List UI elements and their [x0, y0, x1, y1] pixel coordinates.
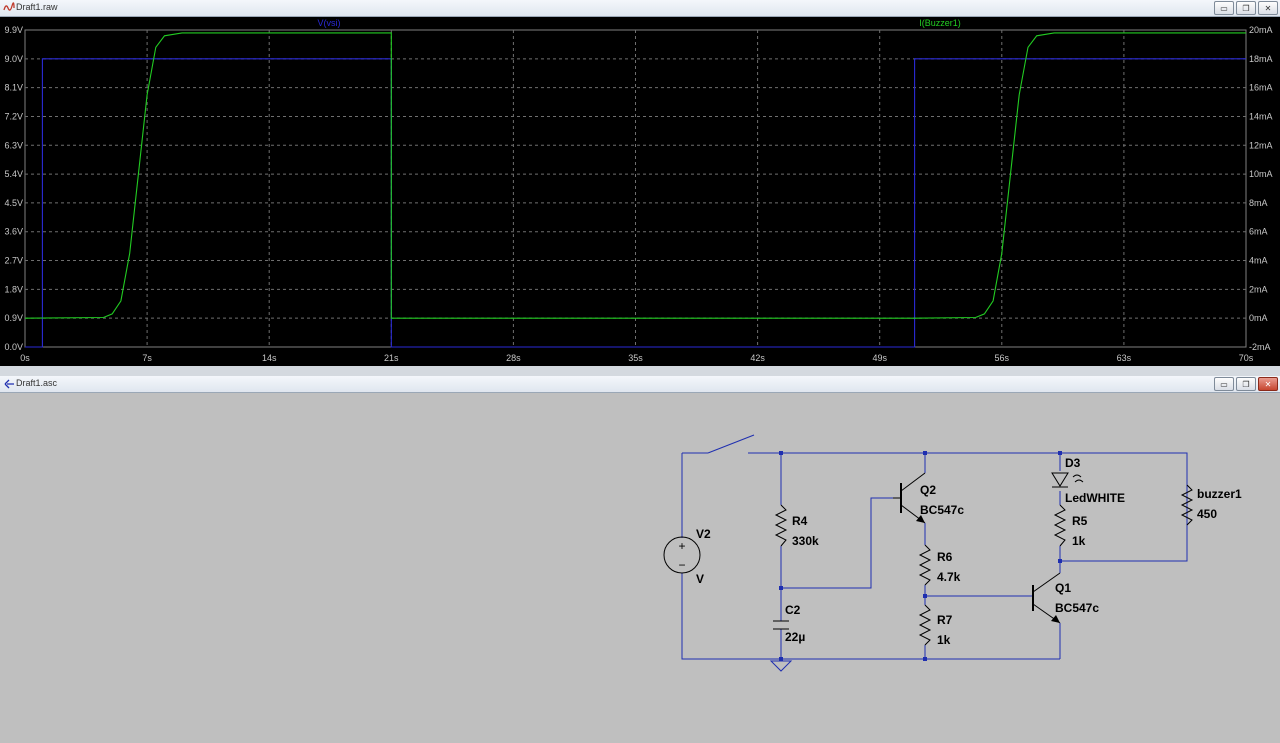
v2-value: V	[696, 572, 704, 586]
x-tick-label: 0s	[20, 353, 30, 363]
y-left-tick-label: 7.2V	[4, 111, 23, 121]
y-right-tick-label: 6mA	[1249, 227, 1268, 237]
x-tick-label: 63s	[1117, 353, 1132, 363]
x-tick-label: 42s	[750, 353, 765, 363]
minimize-button[interactable]: ▭	[1214, 377, 1234, 391]
svg-text:−: −	[678, 558, 685, 572]
y-right-tick-label: 2mA	[1249, 284, 1268, 294]
y-right-tick-label: 12mA	[1249, 140, 1273, 150]
y-left-tick-label: 9.0V	[4, 54, 23, 64]
y-left-tick-label: 9.9V	[4, 25, 23, 35]
waveform-app-icon	[3, 2, 15, 11]
window-divider[interactable]	[0, 366, 1280, 376]
buzzer-name: buzzer1	[1197, 487, 1242, 501]
ground-symbol	[769, 660, 793, 672]
led-d3[interactable]: D3 LedWHITE	[1051, 456, 1125, 505]
y-right-tick-label: 10mA	[1249, 169, 1273, 179]
r6-value: 4.7k	[937, 570, 961, 584]
y-left-tick-label: 1.8V	[4, 284, 23, 294]
schematic-window-titlebar[interactable]: Draft1.asc ▭ ❐ ✕	[0, 376, 1280, 393]
capacitor-c2[interactable]: C2 22µ	[773, 603, 805, 644]
waveform-plot[interactable]: 0s 7s 14s 21s 28s 35s 42s 49s 56s 63s 70s 9.9V 9.0V 8…	[0, 17, 1280, 366]
x-tick-label: 28s	[506, 353, 521, 363]
v2-name: V2	[696, 527, 711, 541]
r6-name: R6	[937, 550, 953, 564]
svg-text:+: +	[678, 539, 685, 553]
y-right-tick-label: 16mA	[1249, 83, 1273, 93]
r4-value: 330k	[792, 534, 819, 548]
switch-s1[interactable]	[707, 434, 755, 454]
resistor-r7[interactable]: R7 1k	[918, 604, 953, 647]
transistor-q2[interactable]: Q2 BC547c	[893, 472, 964, 524]
y-right-tick-label: -2mA	[1249, 342, 1271, 352]
y-right-tick-label: 20mA	[1249, 25, 1273, 35]
r7-value: 1k	[937, 633, 951, 647]
schematic-window-title: Draft1.asc	[16, 378, 58, 388]
schematic-diagram: + − V2 V R4 330k C2 22µ Q2 BC547c R6 4.7…	[663, 434, 1242, 672]
y-left-tick-label: 5.4V	[4, 169, 23, 179]
q1-name: Q1	[1055, 581, 1071, 595]
resistor-r6[interactable]: R6 4.7k	[918, 544, 961, 586]
buzzer-value: 450	[1197, 507, 1217, 521]
y-left-tick-label: 0.9V	[4, 313, 23, 323]
y-left-tick-label: 3.6V	[4, 227, 23, 237]
x-tick-label: 56s	[995, 353, 1010, 363]
y-left-tick-label: 8.1V	[4, 83, 23, 93]
schematic-app-icon	[4, 379, 14, 389]
y-left-tick-label: 4.5V	[4, 198, 23, 208]
resistor-r4[interactable]: R4 330k	[774, 504, 819, 548]
r5-value: 1k	[1072, 534, 1086, 548]
y-right-tick-label: 4mA	[1249, 256, 1268, 266]
r4-name: R4	[792, 514, 808, 528]
schematic-canvas[interactable]: + − V2 V R4 330k C2 22µ Q2 BC547c R6 4.7…	[0, 393, 1280, 739]
r7-name: R7	[937, 613, 953, 627]
x-tick-label: 35s	[628, 353, 643, 363]
close-button[interactable]: ✕	[1258, 1, 1278, 15]
restore-button[interactable]: ❐	[1236, 1, 1256, 15]
r5-name: R5	[1072, 514, 1088, 528]
x-tick-label: 14s	[262, 353, 277, 363]
d3-name: D3	[1065, 456, 1081, 470]
q2-value: BC547c	[920, 503, 964, 517]
x-tick-label: 7s	[142, 353, 152, 363]
waveform-window-title: Draft1.raw	[16, 2, 58, 12]
d3-value: LedWHITE	[1065, 491, 1125, 505]
y-left-tick-label: 2.7V	[4, 256, 23, 266]
y-right-tick-label: 0mA	[1249, 313, 1268, 323]
c2-name: C2	[785, 603, 801, 617]
transistor-q1[interactable]: Q1 BC547c	[1032, 572, 1099, 624]
series-legend-label: I(Buzzer1)	[919, 18, 961, 28]
resistor-r5[interactable]: R5 1k	[1053, 504, 1088, 548]
x-tick-label: 21s	[384, 353, 399, 363]
y-left-tick-label: 0.0V	[4, 342, 23, 352]
voltage-source-v2[interactable]: + − V2 V	[663, 527, 711, 586]
y-right-tick-label: 14mA	[1249, 111, 1273, 121]
y-right-tick-label: 18mA	[1249, 54, 1273, 64]
buzzer-buzzer1[interactable]: buzzer1 450	[1180, 484, 1242, 526]
minimize-button[interactable]: ▭	[1214, 1, 1234, 15]
y-left-tick-label: 6.3V	[4, 140, 23, 150]
close-button[interactable]: ✕	[1258, 377, 1278, 391]
y-right-tick-label: 8mA	[1249, 198, 1268, 208]
q1-value: BC547c	[1055, 601, 1099, 615]
restore-button[interactable]: ❐	[1236, 377, 1256, 391]
x-tick-label: 70s	[1239, 353, 1254, 363]
series-legend-label: V(vsi)	[318, 18, 341, 28]
c2-value: 22µ	[785, 630, 805, 644]
waveform-window-titlebar[interactable]: Draft1.raw ▭ ❐ ✕	[0, 0, 1280, 17]
waveform-chart: 0s 7s 14s 21s 28s 35s 42s 49s 56s 63s 70s 9.9V 9.0V 8…	[4, 18, 1273, 363]
x-tick-label: 49s	[872, 353, 887, 363]
q2-name: Q2	[920, 483, 936, 497]
